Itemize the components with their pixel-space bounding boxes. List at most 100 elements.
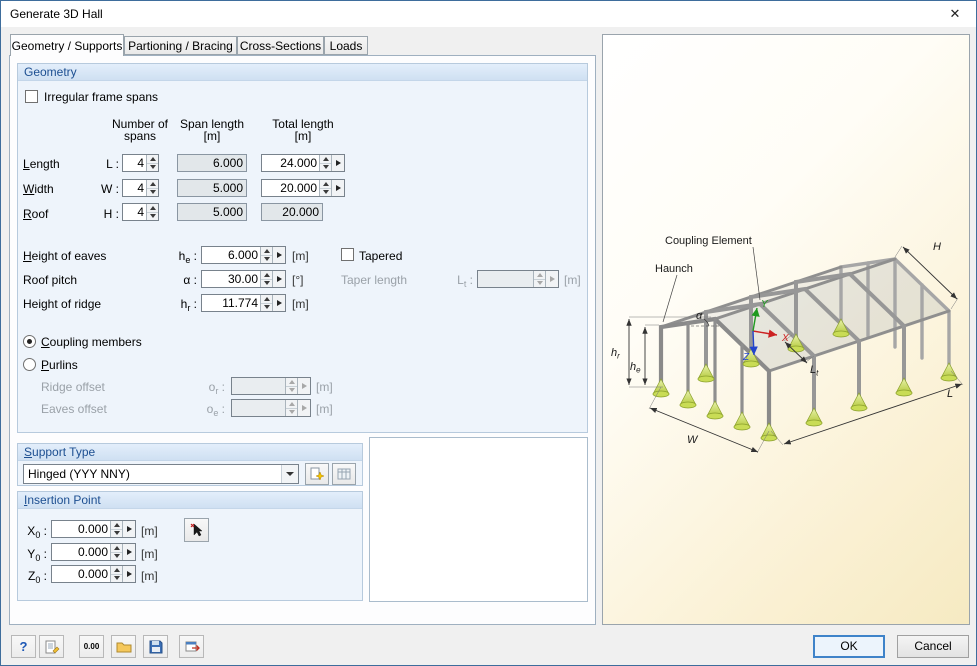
spin-down-icon[interactable] [261,256,272,264]
length-total-detail-button[interactable] [331,155,344,171]
ridge-detail-button[interactable] [272,295,285,311]
spin-down-icon[interactable] [111,553,122,561]
units-button[interactable]: 0.00 [79,635,104,658]
taper-detail-button [545,271,558,287]
pitch-symbol: α : [167,273,197,288]
roof-pitch-input[interactable]: 30.00 [201,270,286,288]
ridge-spinner[interactable] [260,295,272,311]
dialog-title: Generate 3D Hall [10,7,103,21]
export-button[interactable] [179,635,204,658]
x0-input[interactable]: 0.000 [51,520,136,538]
spin-down-icon[interactable] [111,575,122,583]
spin-down-icon[interactable] [320,164,331,172]
roof-spans-input[interactable]: 4 [122,203,159,221]
roof-total-field: 20.000 [261,203,323,221]
spin-down-icon[interactable] [147,189,158,197]
length-spans-input[interactable]: 4 [122,154,159,172]
spin-down-icon[interactable] [147,213,158,221]
width-total-spinner[interactable] [319,180,331,196]
y0-spinner[interactable] [110,544,122,560]
spin-up-icon[interactable] [147,204,158,213]
ridge-offset-detail-button [297,378,310,394]
dim-alpha-label: α [696,310,703,322]
width-total-detail-button[interactable] [331,180,344,196]
export-window-icon [185,641,200,651]
spin-up-icon[interactable] [261,247,272,256]
roof-label-mn: R [23,207,32,221]
height-of-ridge-input[interactable]: 11.774 [201,294,286,312]
spin-down-icon[interactable] [147,164,158,172]
support-title-rest: upport Type [32,445,96,459]
support-title-mn: S [24,445,33,459]
new-support-type-button[interactable] [305,463,329,485]
spin-up-icon[interactable] [261,271,272,280]
eaves-detail-button[interactable] [272,247,285,263]
spin-up-icon[interactable] [147,180,158,189]
tapered-checkbox[interactable] [341,248,354,261]
help-button[interactable] [11,635,36,658]
purlins-radio[interactable] [23,358,36,371]
tab-partioning-bracing[interactable]: Partioning / Bracing [124,36,237,55]
spin-down-icon[interactable] [320,189,331,197]
spin-down-icon[interactable] [261,304,272,312]
support-type-combobox[interactable]: Hinged (YYY NNY) [23,464,299,484]
ok-button[interactable]: OK [813,635,885,658]
tab-cross-sections[interactable]: Cross-Sections [237,36,324,55]
tapered-label: Tapered [359,249,403,263]
y0-sym-sub: 0 [35,553,41,563]
pick-insertion-point-button[interactable] [184,518,209,542]
spin-up-icon[interactable] [111,544,122,553]
x0-spinner[interactable] [110,521,122,537]
height-of-eaves-input[interactable]: 6.000 [201,246,286,264]
width-spans-input[interactable]: 4 [122,179,159,197]
save-button[interactable] [143,635,168,658]
x0-detail-button[interactable] [122,521,135,537]
tab-loads[interactable]: Loads [324,36,368,55]
length-spans-spinner[interactable] [146,155,158,171]
spin-up-icon[interactable] [111,521,122,530]
purlins-label: Purlins [41,358,78,372]
taper-sym-colon: : [466,273,473,287]
taper-length-value [478,271,533,287]
roof-pitch-value: 30.00 [227,272,258,286]
comment-button[interactable] [39,635,64,658]
eaves-sym-sub: e [185,255,191,265]
x0-symbol: X0 : [21,524,47,540]
open-button[interactable] [111,635,136,658]
spin-up-icon[interactable] [147,155,158,164]
eaves-offset-label: Eaves offset [41,402,107,416]
eaves-symbol: he : [167,249,197,265]
tab-geometry-supports[interactable]: Geometry / Supports [10,34,124,56]
eaves-offset-value [232,400,285,416]
spin-up-icon[interactable] [320,155,331,164]
close-button[interactable]: ✕ [940,4,970,24]
edit-support-type-button[interactable] [332,463,356,485]
spin-down-icon[interactable] [261,280,272,288]
x0-value: 0.000 [77,522,108,536]
z0-spinner[interactable] [110,566,122,582]
z0-detail-button[interactable] [122,566,135,582]
eaves-spinner[interactable] [260,247,272,263]
roof-spans-spinner[interactable] [146,204,158,220]
length-total-input[interactable]: 24.000 [261,154,345,172]
spin-up-icon[interactable] [111,566,122,575]
width-total-input[interactable]: 20.000 [261,179,345,197]
pitch-spinner[interactable] [260,271,272,287]
coupling-members-radio[interactable] [23,335,36,348]
irregular-frame-spans-checkbox[interactable] [25,90,38,103]
spin-up-icon[interactable] [320,180,331,189]
pitch-detail-button[interactable] [272,271,285,287]
cancel-button[interactable]: Cancel [897,635,969,658]
spin-up-icon[interactable] [261,295,272,304]
width-spans-spinner[interactable] [146,180,158,196]
y0-input[interactable]: 0.000 [51,543,136,561]
notepad-pencil-icon [45,640,59,653]
chevron-down-icon[interactable] [281,465,298,483]
spin-down-icon[interactable] [111,530,122,538]
ridge-offset-value [232,378,285,394]
col1-line2: spans [123,129,157,143]
z0-input[interactable]: 0.000 [51,565,136,583]
y0-detail-button[interactable] [122,544,135,560]
length-total-spinner[interactable] [319,155,331,171]
width-span-length-field: 5.000 [177,179,247,197]
